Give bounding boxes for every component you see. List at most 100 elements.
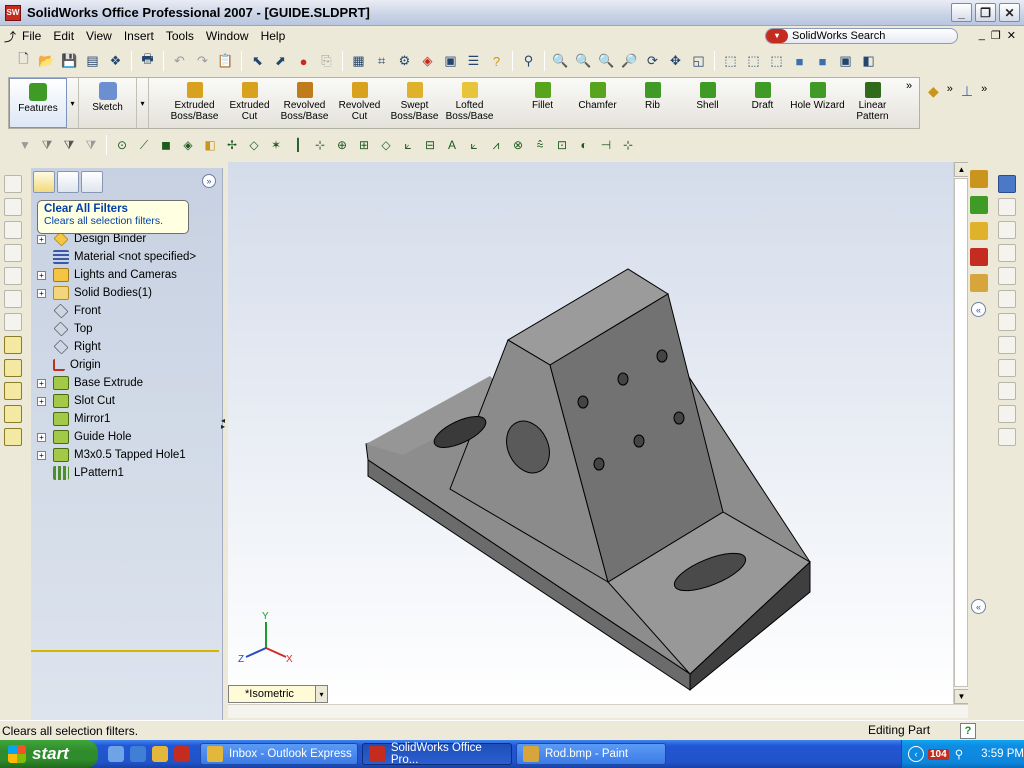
sketch-tools-icon[interactable]: ⌗ <box>372 51 392 71</box>
axis-icon[interactable]: ⊥ <box>961 83 973 100</box>
right-tool-icon-11[interactable] <box>998 405 1016 423</box>
file-explorer-icon[interactable] <box>970 222 988 240</box>
clock[interactable]: 3:59 PM <box>981 748 1024 760</box>
solidworks-quick-icon[interactable] <box>174 746 190 762</box>
design-library-icon[interactable] <box>970 196 988 214</box>
expand-icon[interactable]: + <box>37 396 46 406</box>
left-tool-icon-12[interactable] <box>4 428 22 446</box>
undo-icon[interactable]: ↶ <box>170 51 190 71</box>
graphics-area[interactable]: Y X Z <box>228 162 953 704</box>
task-outlook-express[interactable]: Inbox - Outlook Express <box>200 743 358 765</box>
zoom-area-icon[interactable]: 🔍 <box>574 51 594 71</box>
tree-node[interactable]: Material <not specified> <box>37 248 223 266</box>
left-tool-icon-7[interactable] <box>4 313 22 331</box>
save-icon[interactable]: 💾 <box>60 51 80 71</box>
right-tool-icon-10[interactable] <box>998 382 1016 400</box>
task-pane-expand-icon[interactable]: « <box>971 302 986 317</box>
toggle-filter-icon[interactable]: ▼ <box>17 136 34 154</box>
lofted-boss-button[interactable]: Lofted Boss/Base <box>442 78 497 128</box>
sketch-pencil-icon[interactable] <box>4 336 22 354</box>
filter-sketch-segments-icon[interactable]: ┃ <box>290 136 307 154</box>
close-button[interactable]: ✕ <box>999 3 1020 22</box>
expand-icon[interactable]: + <box>37 432 46 442</box>
doc-close-button[interactable]: ✕ <box>1007 29 1016 42</box>
linear-pattern-button[interactable]: Linear Pattern <box>845 78 900 128</box>
resources-icon[interactable] <box>970 170 988 188</box>
menu-insert[interactable]: Insert <box>118 29 160 43</box>
more-chevron-icon[interactable]: » <box>947 83 953 95</box>
tree-node[interactable]: + Slot Cut <box>37 392 223 410</box>
right-tool-icon-4[interactable] <box>998 244 1016 262</box>
right-tool-icon-12[interactable] <box>998 428 1016 446</box>
outlook-express-icon[interactable] <box>152 746 168 762</box>
filter-weld-symbols-icon[interactable]: ⩘ <box>488 136 505 154</box>
redo-icon[interactable]: ↷ <box>193 51 213 71</box>
draft-button[interactable]: Draft <box>735 78 790 128</box>
property-manager-tab[interactable] <box>57 171 79 193</box>
expand-icon[interactable]: + <box>37 288 46 298</box>
rollback-bar[interactable] <box>31 650 219 652</box>
filter-notes-icon[interactable]: A <box>444 136 461 154</box>
pan-icon[interactable]: ✥ <box>666 51 686 71</box>
tapped-hole[interactable] <box>673 411 685 425</box>
panel-splitter[interactable]: ◂ ▸ <box>221 417 227 442</box>
right-tool-icon-3[interactable] <box>998 221 1016 239</box>
paste-icon[interactable]: 📋 <box>216 51 236 71</box>
view-dropdown-icon[interactable]: ▾ <box>315 686 327 702</box>
filter-sketch-points-icon[interactable]: ✶ <box>268 136 285 154</box>
filter-blocks-icon[interactable]: ⊡ <box>554 136 571 154</box>
invert-selection-icon[interactable]: ⧩ <box>83 136 100 154</box>
clear-all-filters-icon[interactable]: ⧩ <box>39 136 56 154</box>
rotate-view-icon[interactable]: ⟳ <box>643 51 663 71</box>
menu-help[interactable]: Help <box>255 29 292 43</box>
restore-button[interactable]: ❐ <box>975 3 996 22</box>
tree-node[interactable]: + Guide Hole <box>37 428 223 446</box>
new-icon[interactable]: 🗋 <box>14 51 34 71</box>
extruded-boss-button[interactable]: Extruded Boss/Base <box>167 78 222 128</box>
filter-connection-points-icon[interactable]: ⊣ <box>598 136 615 154</box>
shaded-icon[interactable]: ■ <box>813 51 833 71</box>
horizontal-scrollbar[interactable] <box>228 704 968 718</box>
menu-file[interactable]: File <box>16 29 47 43</box>
filter-geometric-tolerance-icon[interactable]: ⊟ <box>422 136 439 154</box>
doc-minimize-button[interactable]: _ <box>979 29 985 42</box>
left-tool-icon-2[interactable] <box>4 198 22 216</box>
filter-dowel-pin-icon[interactable]: ◐ <box>576 136 593 154</box>
scroll-up-icon[interactable]: ▲ <box>954 162 969 177</box>
right-tool-icon-2[interactable] <box>998 198 1016 216</box>
doc-restore-button[interactable]: ❐ <box>991 29 1001 42</box>
make-assembly-icon[interactable]: ❖ <box>106 51 126 71</box>
view-palette-icon[interactable] <box>970 274 988 292</box>
tree-node[interactable]: Mirror1 <box>37 410 223 428</box>
smart-dimension-icon[interactable] <box>4 359 22 377</box>
task-pane-expand-icon-2[interactable]: « <box>971 599 986 614</box>
panel-collapse-icon[interactable]: » <box>202 174 216 188</box>
revolved-boss-button[interactable]: Revolved Boss/Base <box>277 78 332 128</box>
filter-faces-icon[interactable]: ◼ <box>158 136 175 154</box>
hidden-lines-visible-icon[interactable]: ⬚ <box>744 51 764 71</box>
left-tool-icon-1[interactable] <box>4 175 22 193</box>
task-paint[interactable]: Rod.bmp - Paint <box>516 743 666 765</box>
left-tool-icon-6[interactable] <box>4 290 22 308</box>
wireframe-icon[interactable]: ⬚ <box>721 51 741 71</box>
part-model[interactable]: Y X Z <box>228 162 953 704</box>
status-help-icon[interactable]: ? <box>960 723 976 739</box>
shaded-with-edges-icon[interactable]: ■ <box>790 51 810 71</box>
filter-center-marks-icon[interactable]: ⊕ <box>334 136 351 154</box>
options-icon[interactable]: ⚙ <box>395 51 415 71</box>
tapped-hole[interactable] <box>577 395 589 409</box>
print-icon[interactable]: 🖶 <box>138 51 158 71</box>
standard-views-icon[interactable]: ◱ <box>689 51 709 71</box>
reference-geometry-icon[interactable]: ◆ <box>928 83 939 100</box>
tree-node[interactable]: LPattern1 <box>37 464 223 482</box>
select-all-filters-icon[interactable]: ⧩ <box>61 136 78 154</box>
tree-node[interactable]: + Base Extrude <box>37 374 223 392</box>
zoom-to-fit-icon[interactable]: 🔍 <box>551 51 571 71</box>
vertical-scrollbar[interactable]: ▲ ▼ <box>953 162 969 704</box>
right-tool-icon-1[interactable] <box>998 175 1016 193</box>
swept-boss-button[interactable]: Swept Boss/Base <box>387 78 442 128</box>
left-tool-icon-4[interactable] <box>4 244 22 262</box>
filter-surface-bodies-icon[interactable]: ◈ <box>180 136 197 154</box>
filter-solid-bodies-icon[interactable]: ◧ <box>202 136 219 154</box>
tapped-hole[interactable] <box>617 372 629 386</box>
